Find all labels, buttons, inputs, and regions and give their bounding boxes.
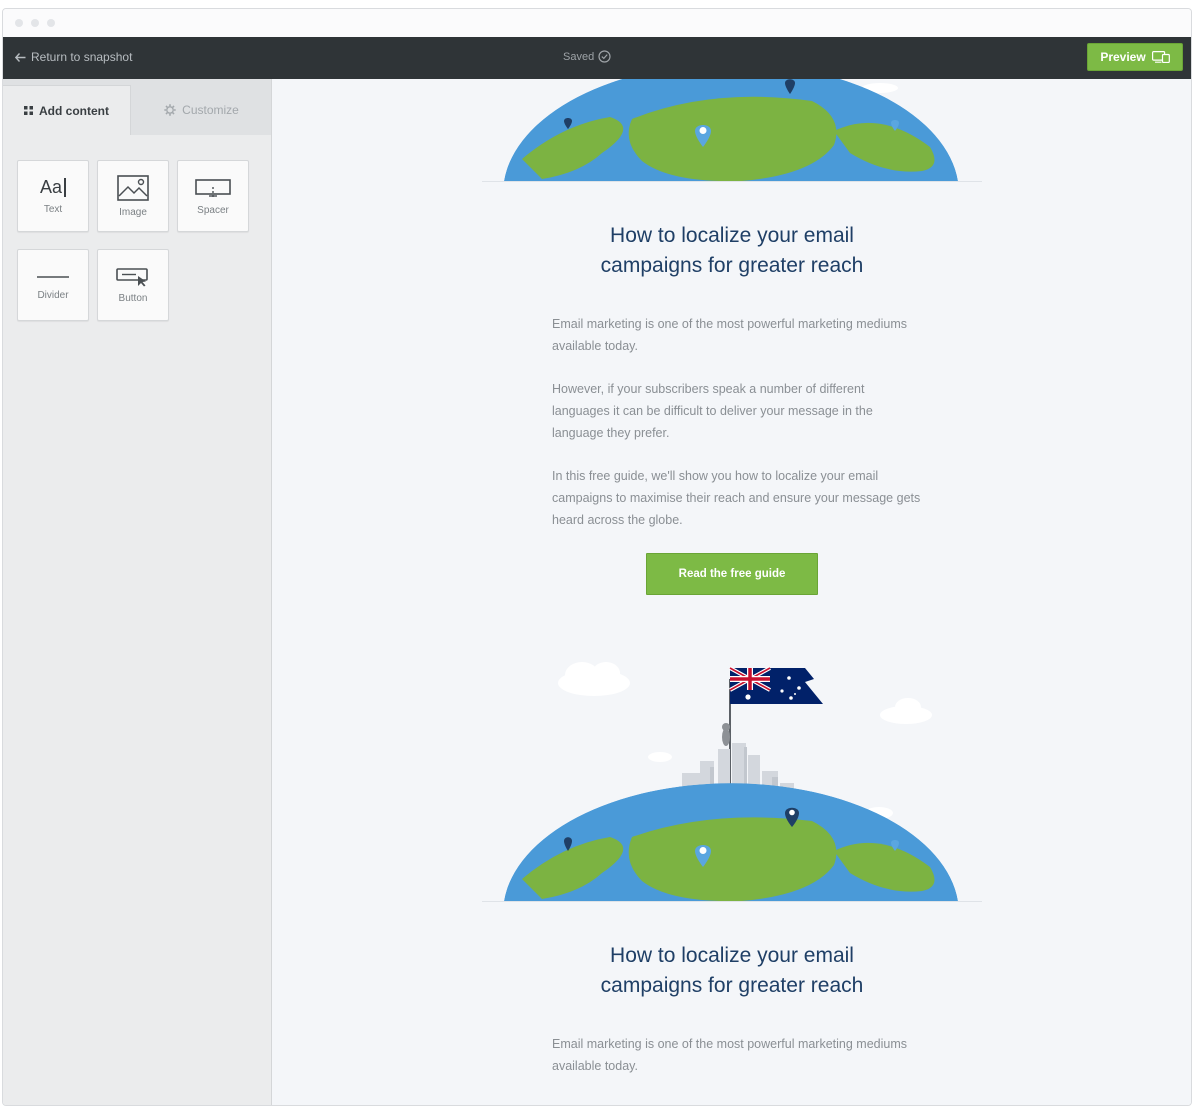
grid-icon (24, 106, 33, 115)
window-close-dot[interactable] (15, 19, 23, 27)
window-minimize-dot[interactable] (31, 19, 39, 27)
email-paragraph-4[interactable]: Email marketing is one of the most power… (552, 1033, 922, 1077)
check-circle-icon (598, 50, 611, 63)
spacer-icon (195, 178, 231, 198)
globe-illustration-top[interactable] (482, 79, 982, 183)
tile-label-text: Text (43, 204, 63, 215)
tab-add-content-label: Add content (39, 103, 109, 118)
tab-add-content[interactable]: Add content (3, 85, 131, 135)
email-paragraph-1[interactable]: Email marketing is one of the most power… (552, 313, 922, 357)
button-icon (116, 267, 148, 286)
illustration-baseline-2 (482, 901, 982, 902)
email-paragraph-3[interactable]: In this free guide, we'll show you how t… (552, 465, 922, 531)
content-sidebar: Add content Customize Aa Text Image Spac… (3, 79, 272, 1105)
email-body: How to localize your email campaigns for… (482, 79, 982, 1105)
content-tile-divider[interactable]: Divider (17, 249, 89, 321)
app-window: Return to snapshot Saved Preview Add con… (2, 8, 1192, 1106)
email-paragraph-2[interactable]: However, if your subscribers speak a num… (552, 378, 922, 444)
devices-icon (1151, 51, 1170, 63)
gear-icon (164, 104, 176, 116)
text-icon: Aa (39, 177, 67, 198)
content-tile-button[interactable]: Button (97, 249, 169, 321)
return-to-snapshot-link[interactable]: Return to snapshot (15, 50, 132, 64)
headline-2-line-1: How to localize your email (610, 944, 854, 967)
preview-button[interactable]: Preview (1087, 43, 1183, 71)
tab-customize-label: Customize (182, 103, 239, 117)
return-link-label: Return to snapshot (31, 50, 133, 64)
tile-label-divider: Divider (37, 289, 69, 301)
email-preview-canvas[interactable]: How to localize your email campaigns for… (272, 79, 1191, 1105)
headline-2-line-2: campaigns for greater reach (600, 974, 864, 997)
save-status: Saved (563, 50, 611, 63)
tab-customize[interactable]: Customize (132, 85, 271, 135)
image-icon (117, 174, 149, 201)
read-free-guide-button[interactable]: Read the free guide (646, 553, 818, 595)
preview-label: Preview (1100, 50, 1146, 64)
saved-label: Saved (563, 50, 595, 63)
email-headline[interactable]: How to localize your email campaigns for… (482, 221, 982, 281)
window-chrome (3, 9, 1191, 38)
tile-label-button: Button (118, 292, 148, 304)
content-tile-image[interactable]: Image (97, 160, 169, 232)
window-zoom-dot[interactable] (47, 19, 55, 27)
arrow-left-icon (15, 52, 26, 62)
content-tile-spacer[interactable]: Spacer (177, 160, 249, 232)
content-tile-text[interactable]: Aa Text (17, 160, 89, 232)
tile-label-image: Image (119, 206, 147, 218)
australia-globe-illustration[interactable] (482, 651, 982, 903)
text-icon-glyph: Aa (39, 177, 63, 197)
tile-label-spacer: Spacer (197, 204, 229, 216)
headline-line-2: campaigns for greater reach (600, 254, 864, 277)
editor-toolbar: Return to snapshot Saved Preview (3, 37, 1191, 79)
illustration-baseline (482, 181, 982, 182)
email-headline-2[interactable]: How to localize your email campaigns for… (482, 941, 982, 1001)
divider-icon (37, 275, 69, 278)
headline-line-1: How to localize your email (610, 224, 854, 247)
sidebar-tabs: Add content Customize (3, 79, 271, 135)
